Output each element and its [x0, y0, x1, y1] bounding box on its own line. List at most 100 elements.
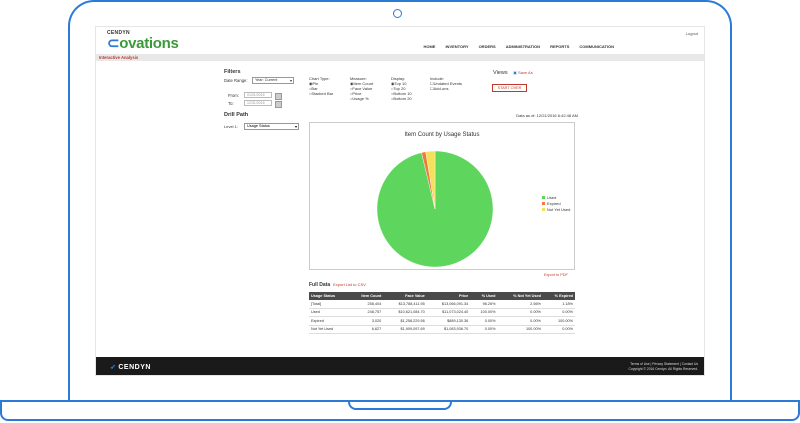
table-cell: 96.26%	[470, 300, 498, 309]
legend-swatch	[542, 196, 545, 199]
column-header[interactable]: % Not Yet Used	[497, 292, 543, 300]
nav-communication[interactable]: COMMUNICATION	[579, 44, 614, 49]
calendar-icon[interactable]	[275, 100, 282, 108]
views-title: Views	[493, 70, 508, 76]
table-cell: 100.00%	[470, 308, 498, 317]
table-row: Not Yet Used 6,627 $1,909,097.69 $1,083,936…	[309, 325, 575, 334]
column-header[interactable]: % Expired	[542, 292, 575, 300]
table-cell: 258,404	[349, 300, 384, 309]
pie-chart: Item Count by Usage Status UsedExpiredNo…	[376, 132, 570, 268]
drill-path: Drill Path Level 1: Usage Status	[224, 112, 299, 130]
legend-label[interactable]: Used	[547, 195, 556, 200]
full-data-table: Usage Status Item Count Face Value Price% U…	[309, 292, 575, 334]
radio-usage-pct[interactable]: ○Usage %	[350, 96, 373, 101]
table-cell: 0.00%	[542, 308, 575, 317]
calendar-icon[interactable]	[275, 92, 282, 100]
table-cell: Not Yet Used	[309, 325, 350, 334]
column-header[interactable]: Item Count	[349, 292, 384, 300]
date-range-label: Date Range:	[224, 78, 248, 83]
cendyn-bird-icon: ➶	[110, 364, 117, 371]
to-label: To:	[228, 101, 234, 106]
logout-link[interactable]: Logout	[686, 31, 698, 36]
table-cell: $10,621,084.70	[383, 308, 427, 317]
table-cell: 0.00%	[470, 316, 498, 326]
table-cell: 2.56%	[497, 300, 543, 309]
table-cell: 0.00%	[470, 325, 498, 334]
table-cell: 100.00%	[542, 316, 575, 326]
table-cell: 0.00%	[542, 325, 575, 334]
table-cell: 100.00%	[497, 325, 543, 334]
camera-icon	[393, 9, 402, 18]
save-as-link[interactable]: ▣ Save As	[513, 70, 533, 75]
column-header[interactable]: Price	[426, 292, 471, 300]
table-row: Expired 3,020 $1,258,229.56 $889,130.36 0.00…	[309, 316, 575, 326]
filters-panel: Filters Date Range: Year: Current From: …	[224, 69, 294, 108]
table-cell: 0.00%	[497, 308, 543, 317]
table-cell: 248,757	[349, 308, 384, 317]
column-header[interactable]: Usage Status	[309, 292, 350, 300]
radio-bottom-20[interactable]: ○Bottom 20	[391, 96, 412, 101]
table-row: [Total] 258,404 $13,788,411.95 $13,066,091.…	[309, 300, 575, 309]
nav-inventory[interactable]: INVENTORY	[445, 44, 468, 49]
legend-label[interactable]: Not Yet Used	[547, 207, 570, 212]
column-header[interactable]: % Used	[470, 292, 498, 300]
table-cell: 3,020	[349, 316, 384, 326]
table-cell: Used	[309, 308, 350, 317]
footer-logo[interactable]: ➶ CENDYN	[110, 363, 151, 371]
section-title: Interactive Analysis	[99, 55, 139, 60]
app-header: CENDYN ⊂ovations Logout HOME INVENTORY O…	[96, 27, 704, 53]
table-cell: $11,073,024.40	[426, 308, 471, 317]
nav-administration[interactable]: ADMINISTRATION	[506, 44, 540, 49]
legend-swatch	[542, 208, 545, 211]
table-cell: Expired	[309, 316, 350, 326]
filters-title: Filters	[224, 69, 241, 75]
table-cell: 1.18%	[542, 300, 575, 309]
section-bar: Interactive Analysis	[96, 54, 704, 61]
views-section: Views ▣ Save As	[493, 70, 533, 76]
radio-stacked-bar[interactable]: ○Stacked Bar	[309, 91, 333, 96]
to-date-input[interactable]: 12/31/2016	[244, 100, 272, 106]
table-cell: 6,627	[349, 325, 384, 334]
table-cell: $889,130.36	[426, 316, 471, 326]
table-cell: $13,788,411.95	[383, 300, 427, 309]
brand-logo[interactable]: ⊂ovations	[107, 34, 179, 52]
chart-type-group: Chart Type: ◉Pie ○Bar ○Stacked Bar	[309, 76, 333, 96]
start-over-button[interactable]: START OVER	[492, 84, 527, 92]
app-screen: CENDYN ⊂ovations Logout HOME INVENTORY O…	[95, 26, 705, 376]
chart-container: Item Count by Usage Status Used Expired No…	[309, 122, 575, 270]
export-pdf-link[interactable]: Export to PDF	[544, 273, 568, 277]
level-select[interactable]: Usage Status	[244, 123, 299, 130]
table-cell: [Total]	[309, 300, 350, 309]
table-cell: $13,066,091.34	[426, 300, 471, 309]
footer-copyright: Copyright © 2016 Cendyn. All Rights Rese…	[628, 367, 698, 371]
brand-name: ovations	[119, 35, 179, 52]
checkbox-add-ons[interactable]: ☐Add-ons	[430, 86, 462, 91]
table-cell: 0.00%	[497, 316, 543, 326]
column-header[interactable]: Face Value	[383, 292, 427, 300]
date-range-select[interactable]: Year: Current	[252, 77, 294, 84]
include-group: Include: ☐Undated Events ☐Add-ons	[430, 76, 462, 91]
table-cell: $1,909,097.69	[383, 325, 427, 334]
data-timestamp: Data as of: 12/21/2016 6:42:48 AM	[516, 113, 578, 118]
chart-title: Item Count by Usage Status	[404, 132, 479, 138]
table-cell: $1,258,229.56	[383, 316, 427, 326]
table-cell: $1,083,936.70	[426, 325, 471, 334]
from-label: From:	[228, 93, 239, 98]
drill-title: Drill Path	[224, 112, 249, 118]
display-group: Display: ◉Top 10 ○Top 20 ○Bottom 10 ○Bot…	[391, 76, 412, 101]
table-row: Used 248,757 $10,621,084.70 $11,073,024.40 1…	[309, 308, 575, 317]
legend-swatch	[542, 202, 545, 205]
level-label: Level 1:	[224, 124, 239, 129]
export-csv-link[interactable]: Export List to CSV	[333, 282, 366, 287]
main-nav: HOME INVENTORY ORDERS ADMINISTRATION REP…	[423, 44, 614, 49]
footer: ➶ CENDYN Terms of Use | Privacy Statement…	[96, 357, 704, 375]
measure-group: Measure: ◉Item Count ○Face Value ○Price …	[350, 76, 373, 101]
nav-reports[interactable]: REPORTS	[550, 44, 569, 49]
full-data-heading: Full Data Export List to CSV	[309, 282, 366, 288]
laptop-notch	[348, 400, 452, 410]
legend-label[interactable]: Expired	[547, 201, 561, 206]
from-date-input[interactable]: 01/01/2016	[244, 92, 272, 98]
footer-text: Terms of Use | Privacy Statement | Conta…	[628, 362, 698, 372]
nav-orders[interactable]: ORDERS	[479, 44, 496, 49]
nav-home[interactable]: HOME	[423, 44, 435, 49]
